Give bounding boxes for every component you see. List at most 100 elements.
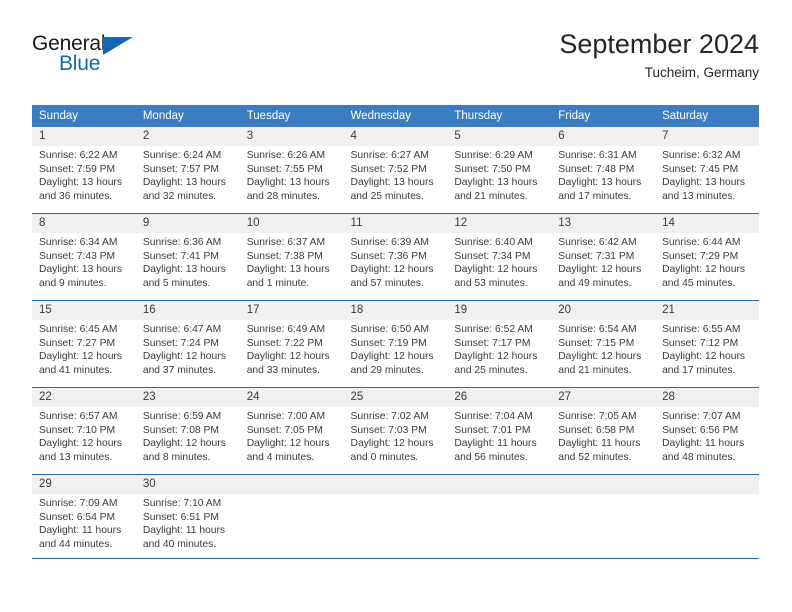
calendar-day-cell[interactable]: 7 Sunrise: 6:32 AM Sunset: 7:45 PM Daylight… — [655, 127, 759, 214]
calendar-day-cell[interactable]: 16 Sunrise: 6:47 AM Sunset: 7:24 PM Dayligh… — [135, 301, 240, 388]
day-number — [447, 475, 552, 494]
calendar-day-cell[interactable]: 15 Sunrise: 6:45 AM Sunset: 7:27 PM Dayligh… — [32, 301, 136, 388]
calendar-day-cell[interactable]: 25 Sunrise: 7:02 AM Sunset: 7:03 PM Dayligh… — [343, 388, 448, 475]
day-sunrise-text: Sunrise: 6:42 AM — [558, 237, 637, 248]
day-number: 9 — [135, 214, 240, 233]
calendar-day-cell[interactable]: 12 Sunrise: 6:40 AM Sunset: 7:34 PM Dayligh… — [447, 214, 552, 301]
calendar-day-cell[interactable]: 26 Sunrise: 7:04 AM Sunset: 7:01 PM Dayligh… — [447, 388, 552, 475]
calendar-day-cell[interactable]: 11 Sunrise: 6:39 AM Sunset: 7:36 PM Dayligh… — [343, 214, 448, 301]
calendar-table: Sunday Monday Tuesday Wednesday Thursday… — [32, 105, 759, 559]
day-sunset-text: Sunset: 7:34 PM — [454, 250, 531, 262]
day-cell-inner: 28 Sunrise: 7:07 AM Sunset: 6:56 PM Dayligh… — [655, 388, 759, 474]
calendar-day-cell[interactable]: 14 Sunrise: 6:44 AM Sunset: 7:29 PM Dayligh… — [655, 214, 759, 301]
day-cell-inner — [447, 475, 552, 558]
day-cell-inner — [239, 475, 344, 558]
day-sunset-text: Sunset: 7:12 PM — [662, 337, 739, 349]
calendar-day-cell[interactable]: 9 Sunrise: 6:36 AM Sunset: 7:41 PM Daylight… — [135, 214, 240, 301]
day-sunset-text: Sunset: 7:50 PM — [454, 163, 531, 175]
calendar-day-cell[interactable]: 22 Sunrise: 6:57 AM Sunset: 7:10 PM Dayligh… — [32, 388, 136, 475]
calendar-day-cell[interactable]: 3 Sunrise: 6:26 AM Sunset: 7:55 PM Daylight… — [239, 127, 344, 214]
calendar-day-cell[interactable]: 8 Sunrise: 6:34 AM Sunset: 7:43 PM Daylight… — [32, 214, 136, 301]
day-cell-inner: 11 Sunrise: 6:39 AM Sunset: 7:36 PM Dayligh… — [343, 214, 448, 300]
day-daylight2-text: and 49 minutes. — [558, 277, 632, 289]
day-daylight1-text: Daylight: 12 hours — [246, 351, 330, 363]
day-daylight1-text: Daylight: 11 hours — [142, 525, 226, 537]
day-number: 13 — [551, 214, 656, 233]
day-sunrise-text: Sunrise: 6:50 AM — [350, 324, 429, 335]
day-sunset-text: Sunset: 7:43 PM — [39, 250, 116, 262]
day-sun-info: Sunrise: 6:31 AM Sunset: 7:48 PM Daylight:… — [551, 146, 655, 203]
day-number — [655, 475, 759, 494]
calendar-week-row: 1 Sunrise: 6:22 AM Sunset: 7:59 PM Daylight… — [32, 127, 759, 214]
calendar-day-cell[interactable]: 10 Sunrise: 6:37 AM Sunset: 7:38 PM Dayligh… — [239, 214, 344, 301]
day-cell-inner: 16 Sunrise: 6:47 AM Sunset: 7:24 PM Dayligh… — [135, 301, 240, 387]
calendar-day-cell[interactable]: 28 Sunrise: 7:07 AM Sunset: 6:56 PM Dayligh… — [655, 388, 759, 475]
day-daylight2-text: and 45 minutes. — [662, 277, 736, 289]
day-sun-info: Sunrise: 6:34 AM Sunset: 7:43 PM Daylight:… — [32, 233, 136, 290]
weekday-header-saturday: Saturday — [655, 105, 759, 127]
general-blue-logo[interactable]: General Blue — [32, 32, 232, 84]
calendar-day-cell[interactable]: 18 Sunrise: 6:50 AM Sunset: 7:19 PM Dayligh… — [343, 301, 448, 388]
day-sunset-text: Sunset: 7:57 PM — [142, 163, 219, 175]
calendar-day-cell[interactable]: 30 Sunrise: 7:10 AM Sunset: 6:51 PM Dayligh… — [135, 475, 240, 559]
day-sunset-text: Sunset: 6:54 PM — [39, 511, 116, 523]
calendar-day-cell[interactable]: 5 Sunrise: 6:29 AM Sunset: 7:50 PM Daylight… — [447, 127, 552, 214]
day-sunset-text: Sunset: 6:56 PM — [662, 424, 739, 436]
day-sun-info: Sunrise: 6:42 AM Sunset: 7:31 PM Daylight:… — [551, 233, 655, 290]
calendar-day-cell[interactable]: 13 Sunrise: 6:42 AM Sunset: 7:31 PM Dayligh… — [551, 214, 656, 301]
day-number: 16 — [135, 301, 240, 320]
day-number: 4 — [343, 127, 448, 146]
day-cell-inner: 20 Sunrise: 6:54 AM Sunset: 7:15 PM Dayligh… — [551, 301, 656, 387]
day-sunset-text: Sunset: 7:45 PM — [662, 163, 739, 175]
calendar-day-cell[interactable]: 27 Sunrise: 7:05 AM Sunset: 6:58 PM Dayligh… — [551, 388, 656, 475]
calendar-day-cell[interactable]: 1 Sunrise: 6:22 AM Sunset: 7:59 PM Daylight… — [32, 127, 136, 214]
calendar-day-cell[interactable]: 17 Sunrise: 6:49 AM Sunset: 7:22 PM Dayligh… — [239, 301, 344, 388]
day-cell-inner: 19 Sunrise: 6:52 AM Sunset: 7:17 PM Dayligh… — [447, 301, 552, 387]
day-daylight2-text: and 0 minutes. — [350, 451, 419, 463]
day-sunrise-text: Sunrise: 7:00 AM — [246, 411, 326, 422]
day-daylight1-text: Daylight: 11 hours — [662, 438, 745, 450]
calendar-day-cell[interactable]: 29 Sunrise: 7:09 AM Sunset: 6:54 PM Dayligh… — [32, 475, 136, 559]
page-title: September 2024 — [559, 29, 759, 59]
day-cell-inner: 13 Sunrise: 6:42 AM Sunset: 7:31 PM Dayligh… — [551, 214, 656, 300]
day-sun-info: Sunrise: 7:07 AM Sunset: 6:56 PM Daylight:… — [655, 407, 759, 464]
day-sunrise-text: Sunrise: 6:34 AM — [39, 237, 118, 248]
day-daylight1-text: Daylight: 12 hours — [558, 351, 642, 363]
day-daylight2-text: and 53 minutes. — [454, 277, 528, 289]
day-daylight2-text: and 36 minutes. — [39, 190, 113, 202]
day-daylight1-text: Daylight: 13 hours — [454, 177, 538, 189]
day-daylight1-text: Daylight: 12 hours — [39, 351, 122, 363]
day-sunrise-text: Sunrise: 6:27 AM — [350, 150, 429, 161]
day-sunset-text: Sunset: 6:58 PM — [558, 424, 635, 436]
calendar-day-cell[interactable]: 21 Sunrise: 6:55 AM Sunset: 7:12 PM Dayligh… — [655, 301, 759, 388]
calendar-day-cell[interactable]: 23 Sunrise: 6:59 AM Sunset: 7:08 PM Dayligh… — [135, 388, 240, 475]
day-sun-info: Sunrise: 6:26 AM Sunset: 7:55 PM Daylight:… — [240, 146, 344, 203]
day-sunset-text: Sunset: 7:55 PM — [246, 163, 323, 175]
calendar-day-cell[interactable]: 20 Sunrise: 6:54 AM Sunset: 7:15 PM Dayligh… — [551, 301, 656, 388]
weekday-header-thursday: Thursday — [447, 105, 552, 127]
day-sunrise-text: Sunrise: 6:31 AM — [558, 150, 637, 161]
day-sunrise-text: Sunrise: 7:05 AM — [558, 411, 637, 422]
day-sunset-text: Sunset: 7:52 PM — [350, 163, 427, 175]
day-cell-inner: 1 Sunrise: 6:22 AM Sunset: 7:59 PM Daylight… — [32, 127, 136, 213]
day-cell-inner: 9 Sunrise: 6:36 AM Sunset: 7:41 PM Daylight… — [135, 214, 240, 300]
calendar-day-cell[interactable]: 24 Sunrise: 7:00 AM Sunset: 7:05 PM Dayligh… — [239, 388, 344, 475]
day-cell-inner: 2 Sunrise: 6:24 AM Sunset: 7:57 PM Daylight… — [135, 127, 240, 213]
day-daylight1-text: Daylight: 11 hours — [39, 525, 122, 537]
day-number: 11 — [343, 214, 448, 233]
day-number: 2 — [135, 127, 240, 146]
day-daylight1-text: Daylight: 13 hours — [350, 177, 434, 189]
weekday-header-row: Sunday Monday Tuesday Wednesday Thursday… — [32, 105, 759, 127]
day-number: 23 — [135, 388, 240, 407]
day-sunrise-text: Sunrise: 6:22 AM — [39, 150, 118, 161]
day-sun-info: Sunrise: 7:05 AM Sunset: 6:58 PM Daylight:… — [551, 407, 655, 464]
calendar-day-cell[interactable]: 6 Sunrise: 6:31 AM Sunset: 7:48 PM Daylight… — [551, 127, 656, 214]
day-cell-inner: 18 Sunrise: 6:50 AM Sunset: 7:19 PM Dayligh… — [343, 301, 448, 387]
calendar-day-cell[interactable]: 19 Sunrise: 6:52 AM Sunset: 7:17 PM Dayligh… — [447, 301, 552, 388]
day-daylight1-text: Daylight: 12 hours — [558, 264, 642, 276]
calendar-day-cell[interactable]: 2 Sunrise: 6:24 AM Sunset: 7:57 PM Daylight… — [135, 127, 240, 214]
day-cell-inner — [551, 475, 656, 558]
day-daylight2-text: and 40 minutes. — [142, 538, 217, 550]
day-number: 22 — [32, 388, 136, 407]
calendar-day-cell[interactable]: 4 Sunrise: 6:27 AM Sunset: 7:52 PM Daylight… — [343, 127, 448, 214]
